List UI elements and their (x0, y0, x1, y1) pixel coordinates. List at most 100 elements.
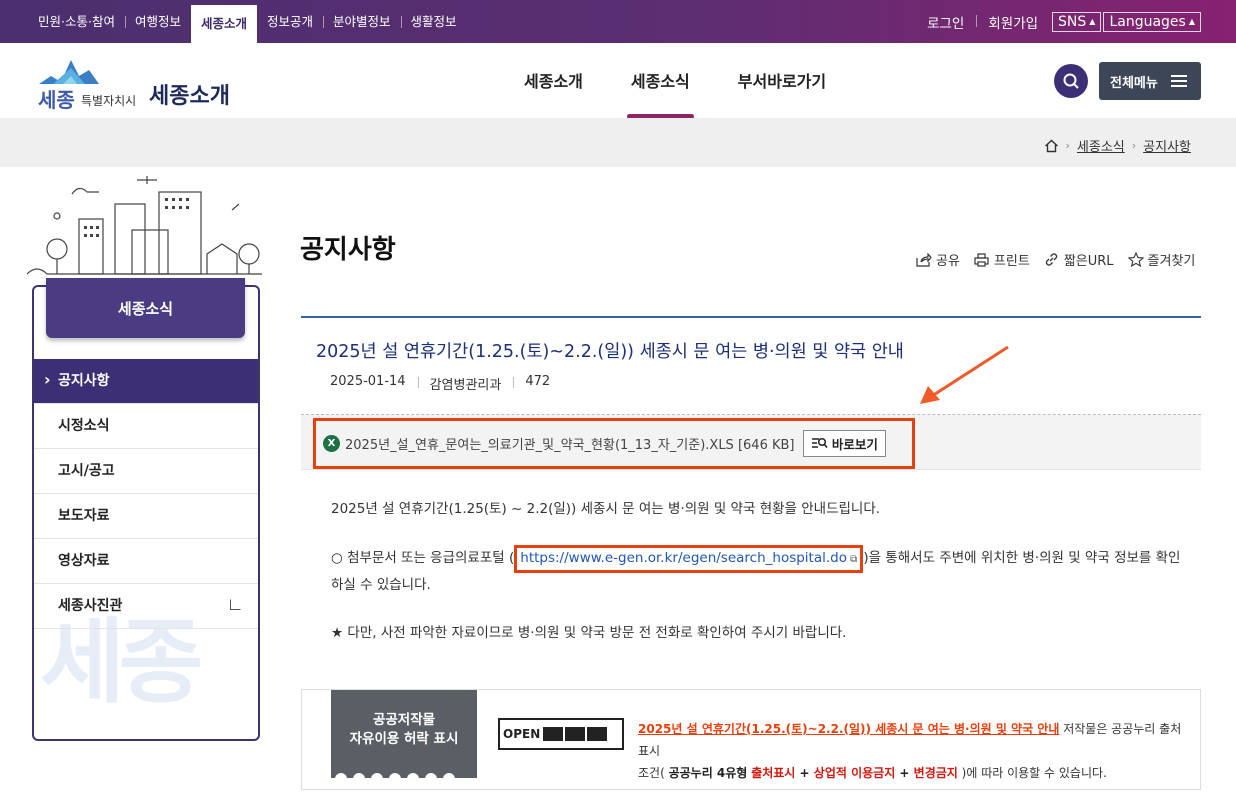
annotation-arrow (920, 345, 1009, 404)
license-label-line2: 자유이용 허락 표시 (349, 731, 459, 747)
sidebar-item-announcement[interactable]: 고시/공고 (34, 449, 258, 494)
breadcrumb-notice[interactable]: 공지사항 (1143, 136, 1191, 155)
post-meta: 2025-01-14 감염병관리과 472 (330, 374, 562, 393)
sidebar-item-video[interactable]: 영상자료 (34, 539, 258, 584)
topnav-item-info[interactable]: 정보공개 (257, 0, 323, 43)
license-type: 공공누리 4유형 (668, 766, 748, 780)
license-work-title[interactable]: 2025년 설 연휴기간(1.25.(토)~2.2.(일)) 세종시 문 여는 … (638, 722, 1059, 736)
license-text: 2025년 설 연휴기간(1.25.(토)~2.2.(일)) 세종시 문 여는 … (638, 718, 1183, 784)
city-illustration (27, 176, 262, 275)
print-button[interactable]: 프린트 (974, 250, 1030, 269)
preview-label: 바로보기 (831, 437, 878, 452)
sidebar-item-notice[interactable]: 공지사항 (34, 358, 258, 404)
license-cond-3: 변경금지 (913, 766, 958, 780)
sidebar-watermark: 세종 (40, 609, 203, 716)
site-logo[interactable]: 세종 특별자치시 세종소개 (33, 54, 243, 114)
attachment-link[interactable]: 2025년_설_연휴_문여는_의료기관_및_약국_현황(1_13_자_기준).X… (345, 434, 795, 453)
signup-link[interactable]: 회원가입 (976, 12, 1050, 32)
breadcrumb: › 세종소식 › 공지사항 (1044, 136, 1191, 155)
all-menu-label: 전체메뉴 (1110, 75, 1158, 91)
license-cond-1: 출처표시 (751, 766, 796, 780)
e-gen-link[interactable]: https://www.e-gen.or.kr/egen/search_hosp… (520, 550, 847, 566)
logo-sub-text: 특별자치시 (81, 94, 137, 108)
top-right-links: 로그인 회원가입 SNS ▲ Languages ▲ (915, 0, 1201, 43)
share-button[interactable]: 공유 (916, 250, 960, 269)
preview-icon (811, 437, 828, 449)
sidebar-item-press[interactable]: 보도자료 (34, 494, 258, 539)
sidebar-item-photo[interactable]: 세종사진관 (34, 584, 258, 629)
preview-button[interactable]: 바로보기 (802, 430, 886, 457)
logo-sejong-text: 세종 (38, 88, 75, 112)
breadcrumb-news[interactable]: 세종소식 (1077, 136, 1125, 155)
page-title: 공지사항 (300, 235, 396, 265)
gnb-item-news[interactable]: 세종소식 (607, 43, 714, 119)
gnb-item-intro[interactable]: 세종소개 (500, 43, 607, 118)
post-date: 2025-01-14 (330, 374, 406, 389)
all-menu-button[interactable]: 전체메뉴 (1099, 62, 1201, 100)
share-icon (916, 252, 932, 268)
topnav-item-life[interactable]: 생활정보 (400, 0, 467, 43)
chevron-right-icon: › (1131, 139, 1137, 152)
caret-up-icon: ▲ (1089, 16, 1096, 26)
para2-prefix: ○ 첨부문서 또는 응급의료포털 ( (331, 550, 515, 566)
site-title: 세종소개 (149, 84, 230, 109)
login-link[interactable]: 로그인 (915, 12, 976, 32)
top-nav: 민원·소통·참여 여행정보 세종소개 정보공개 분야별정보 생활정보 (28, 0, 467, 43)
sidebar-item-photo-label: 세종사진관 (58, 598, 123, 614)
main-nav: 세종소개 세종소식 부서바로가기 (500, 43, 850, 119)
short-url-button[interactable]: 짧은URL (1044, 250, 1114, 269)
post-paragraph-2: ○ 첨부문서 또는 응급의료포털 ( https://www.e-gen.or.k… (331, 545, 1181, 597)
license-text-2-pre: 조건( (638, 766, 669, 780)
hamburger-icon (1171, 75, 1187, 87)
topnav-item-civil[interactable]: 민원·소통·참여 (28, 0, 125, 43)
print-icon (974, 252, 990, 268)
kogl-type4-badge[interactable]: OPEN (498, 718, 624, 750)
sidebar-menu: 공지사항 시정소식 고시/공고 보도자료 영상자료 세종사진관 (34, 358, 258, 629)
attachment-row: X 2025년_설_연휴_문여는_의료기관_및_약국_현황(1_13_자_기준)… (313, 418, 915, 469)
languages-dropdown[interactable]: Languages ▲ (1103, 11, 1201, 32)
post-title: 2025년 설 연휴기간(1.25.(토)~2.2.(일)) 세종시 문 여는 … (316, 342, 904, 362)
attachment-size: [646 KB] (737, 438, 795, 453)
print-label: 프린트 (993, 254, 1030, 269)
post-body: 2025년 설 연휴기간(1.25(토) ~ 2.2(일)) 세종시 문 여는 … (331, 497, 1181, 669)
post-department: 감염병관리과 (417, 374, 514, 393)
gnb-item-dept[interactable]: 부서바로가기 (714, 43, 850, 118)
post-paragraph-1: 2025년 설 연휴기간(1.25(토) ~ 2.2(일)) 세종시 문 여는 … (331, 501, 881, 517)
new-window-icon: ⧉ (847, 554, 858, 565)
license-perforation (335, 773, 461, 785)
favorite-button[interactable]: 즐겨찾기 (1127, 250, 1195, 269)
license-cond-2: 상업적 이용금지 (813, 766, 896, 780)
caret-up-icon: ▲ (1188, 16, 1195, 26)
sns-label: SNS (1058, 13, 1087, 30)
search-icon (1063, 73, 1079, 89)
topnav-item-field[interactable]: 분야별정보 (323, 0, 401, 43)
license-text-2-post: )에 따라 이용할 수 있습니다. (957, 766, 1107, 780)
excel-file-icon: X (323, 435, 340, 452)
sidebar-item-city-news[interactable]: 시정소식 (34, 404, 258, 449)
home-icon[interactable] (1044, 139, 1059, 153)
chevron-right-icon: › (1065, 139, 1070, 152)
search-button[interactable] (1054, 64, 1088, 98)
languages-label: Languages (1109, 13, 1186, 30)
share-label: 공유 (936, 254, 960, 269)
topnav-item-travel[interactable]: 여행정보 (124, 0, 191, 43)
page-tools: 공유 프린트 짧은URL 즐겨찾기 (916, 250, 1195, 269)
post-paragraph-3: ★ 다만, 사전 파악한 자료이므로 병·의원 및 약국 방문 전 전화로 확인… (331, 625, 847, 641)
kogl-condition-icons (543, 727, 609, 741)
external-link-icon (230, 599, 241, 610)
topnav-item-intro[interactable]: 세종소개 (190, 5, 257, 43)
content-top-divider (301, 316, 1201, 318)
license-label-line1: 공공저작물 (372, 712, 436, 728)
short-url-label: 짧은URL (1063, 254, 1114, 269)
kogl-open-label: OPEN (503, 727, 541, 741)
star-icon (1127, 252, 1144, 268)
sidebar: 세종 공지사항 시정소식 고시/공고 보도자료 영상자료 세종사진관 (32, 285, 260, 741)
post-views: 472 (513, 374, 562, 393)
sidebar-title: 세종소식 (46, 278, 245, 338)
license-box: 공공저작물 자유이용 허락 표시 OPEN 2025년 설 연휴기간(1.25.… (301, 689, 1201, 790)
highlighted-link-box: https://www.e-gen.or.kr/egen/search_hosp… (514, 545, 864, 573)
license-label: 공공저작물 자유이용 허락 표시 (331, 690, 477, 785)
attachment-name: 2025년_설_연휴_문여는_의료기관_및_약국_현황(1_13_자_기준).X… (345, 438, 734, 453)
license-plus-2: + (895, 766, 914, 780)
sns-dropdown[interactable]: SNS ▲ (1052, 11, 1102, 32)
